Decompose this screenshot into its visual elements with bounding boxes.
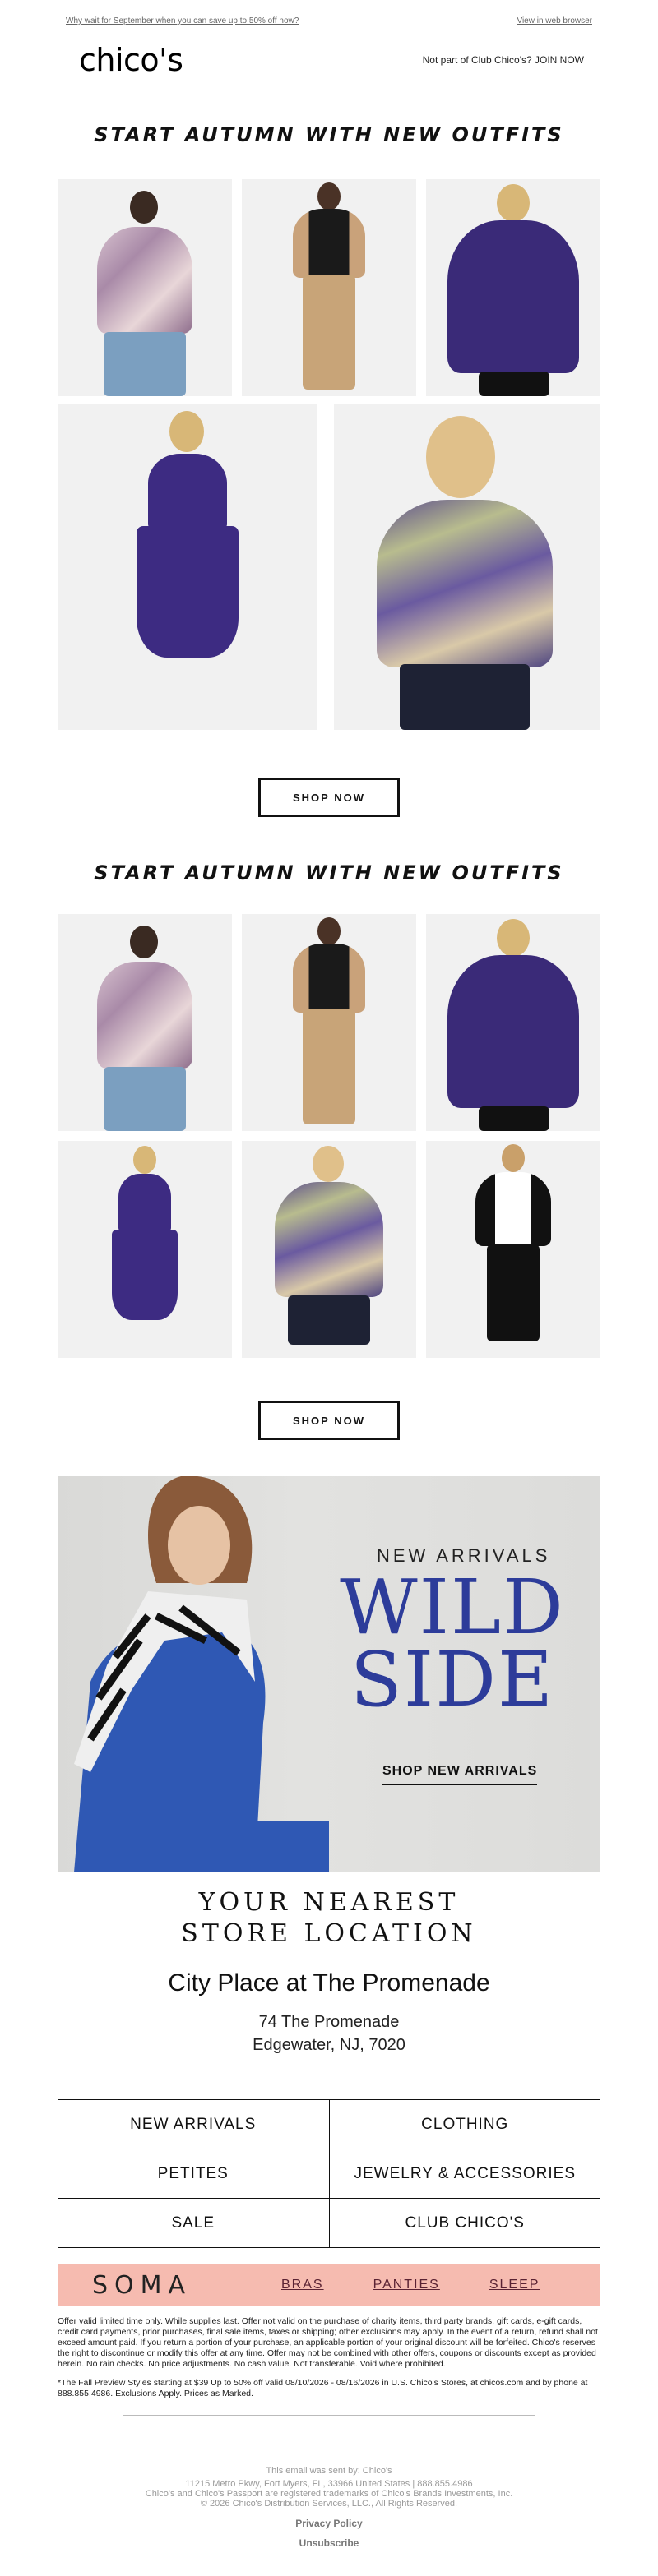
product-photo-5[interactable] — [334, 404, 600, 730]
privacy-policy-link[interactable]: Privacy Policy — [0, 2518, 658, 2528]
store-address-line2: Edgewater, NJ, 7020 — [253, 2036, 405, 2054]
preheader-offer-link[interactable]: Why wait for September when you can save… — [66, 16, 299, 28]
shop-now-button-1[interactable]: SHOP NOW — [258, 778, 400, 817]
legal-paragraph-2: *The Fall Preview Styles starting at $39… — [58, 2378, 588, 2398]
nav-club-chicos[interactable]: CLUB CHICO'S — [328, 2199, 601, 2247]
new-arrivals-banner[interactable]: NEW ARRIVALS WILD SIDE SHOP NEW ARRIVALS — [58, 1476, 600, 1872]
store-address: 74 The Promenade Edgewater, NJ, 7020 — [0, 2010, 658, 2057]
store-section-title: YOUR NEAREST STORE LOCATION — [0, 1887, 658, 1950]
store-title-line2: STORE LOCATION — [181, 1919, 477, 1948]
footer: This email was sent by: Chico's 11215 Me… — [0, 2466, 658, 2548]
footer-trademark: Chico's and Chico's Passport are registe… — [145, 2489, 513, 2499]
soma-promo-bar: SOMA BRAS PANTIES SLEEP — [58, 2264, 600, 2306]
soma-sleep-link[interactable]: SLEEP — [489, 2278, 540, 2292]
nav-new-arrivals[interactable]: NEW ARRIVALS — [58, 2100, 329, 2149]
category-nav: NEW ARRIVALS CLOTHING PETITES JEWELRY & … — [58, 2099, 600, 2248]
product-photo-6[interactable] — [58, 914, 232, 1131]
nav-clothing[interactable]: CLOTHING — [328, 2100, 601, 2149]
legal-disclaimer: Offer valid limited time only. While sup… — [58, 2316, 600, 2399]
product-photo-2[interactable] — [242, 179, 416, 396]
preheader: Why wait for September when you can save… — [0, 0, 658, 28]
model-illustration — [74, 1476, 329, 1872]
legal-paragraph-1: Offer valid limited time only. While sup… — [58, 2316, 598, 2369]
section1-title: START AUTUMN WITH NEW OUTFITS — [94, 123, 564, 146]
section2-title: START AUTUMN WITH NEW OUTFITS — [94, 861, 564, 884]
banner-headline-line1: WILD — [340, 1563, 565, 1651]
banner-headline-line2: SIDE — [350, 1636, 555, 1724]
footer-sender: This email was sent by: Chico's — [266, 2466, 392, 2476]
view-in-browser-link[interactable]: View in web browser — [517, 16, 592, 28]
shop-new-arrivals-link[interactable]: SHOP NEW ARRIVALS — [382, 1764, 538, 1785]
product-photo-3[interactable] — [426, 179, 600, 396]
store-name[interactable]: City Place at The Promenade — [0, 1969, 658, 1997]
header: chico's Not part of Club Chico's? JOIN N… — [0, 28, 658, 92]
footer-copyright: © 2026 Chico's Distribution Services, LL… — [200, 2499, 458, 2509]
nav-row: NEW ARRIVALS CLOTHING — [58, 2100, 600, 2149]
soma-panties-link[interactable]: PANTIES — [373, 2278, 440, 2292]
shop-now-button-2[interactable]: SHOP NOW — [258, 1401, 400, 1440]
nav-petites[interactable]: PETITES — [58, 2149, 329, 2198]
nav-jewelry-accessories[interactable]: JEWELRY & ACCESSORIES — [328, 2149, 601, 2198]
product-photo-4[interactable] — [58, 404, 317, 730]
nav-row: PETITES JEWELRY & ACCESSORIES — [58, 2149, 600, 2199]
chicos-logo[interactable]: chico's — [79, 42, 183, 78]
banner-headline: WILD SIDE — [333, 1563, 572, 1724]
soma-logo[interactable]: SOMA — [92, 2271, 281, 2300]
store-title-line1: YOUR NEAREST — [198, 1888, 460, 1917]
product-photo-9[interactable] — [58, 1141, 232, 1358]
soma-bras-link[interactable]: BRAS — [281, 2278, 324, 2292]
nav-row: SALE CLUB CHICO'S — [58, 2199, 600, 2248]
footer-address: 11215 Metro Pkwy, Fort Myers, FL, 33966 … — [185, 2479, 473, 2489]
product-photo-7[interactable] — [242, 914, 416, 1131]
join-club-link[interactable]: Not part of Club Chico's? JOIN NOW — [423, 54, 584, 66]
product-photo-8[interactable] — [426, 914, 600, 1131]
nav-sale[interactable]: SALE — [58, 2199, 329, 2247]
unsubscribe-link[interactable]: Unsubscribe — [0, 2538, 658, 2548]
product-photo-1[interactable] — [58, 179, 232, 396]
footer-divider — [123, 2415, 535, 2416]
product-photo-11[interactable] — [426, 1141, 600, 1358]
product-photo-10[interactable] — [242, 1141, 416, 1358]
store-address-line1: 74 The Promenade — [258, 2013, 400, 2031]
